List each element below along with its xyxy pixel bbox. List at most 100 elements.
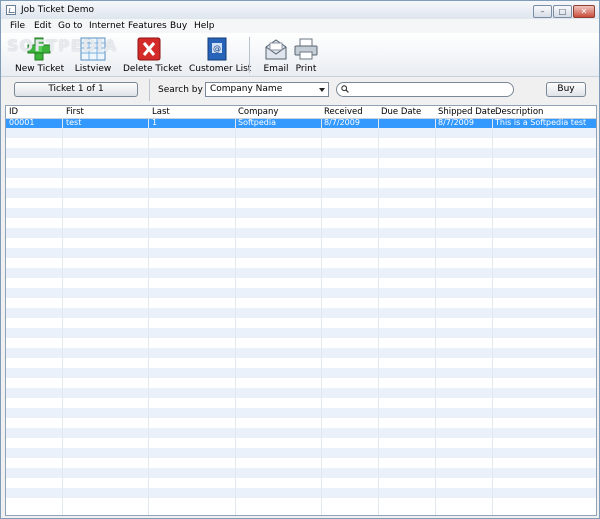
email-icon	[265, 39, 287, 60]
menu-buy[interactable]: Buy	[170, 21, 187, 31]
window-title: Job Ticket Demo	[21, 5, 94, 15]
address-book-icon: @	[207, 37, 227, 61]
column-header-due-date[interactable]: Due Date	[381, 107, 421, 117]
minimize-button[interactable]: –	[533, 5, 552, 18]
grid-header: ID First Last Company Received Due Date …	[6, 106, 596, 119]
menu-edit[interactable]: Edit	[34, 21, 51, 31]
ticket-grid[interactable]: 00001 test 1 Softpedia 8/7/2009 8/7/2009 This …	[5, 105, 597, 516]
column-header-company[interactable]: Company	[238, 107, 278, 117]
table-cell: 8/7/2009	[438, 118, 474, 127]
empty-row[interactable]	[6, 188, 596, 198]
empty-row[interactable]	[6, 308, 596, 318]
empty-row[interactable]	[6, 198, 596, 208]
softpedia-watermark: SOFTPEDIA	[7, 36, 118, 55]
column-header-shipped-date[interactable]: Shipped Date	[438, 107, 496, 117]
menu-file[interactable]: File	[10, 21, 25, 31]
empty-row[interactable]	[6, 218, 596, 228]
empty-row[interactable]	[6, 398, 596, 408]
column-divider	[62, 106, 63, 515]
empty-row[interactable]	[6, 458, 596, 468]
empty-row[interactable]	[6, 418, 596, 428]
svg-text:@: @	[213, 44, 221, 53]
menu-go-to[interactable]: Go to	[58, 21, 82, 31]
empty-row[interactable]	[6, 448, 596, 458]
column-header-id[interactable]: ID	[9, 107, 18, 117]
empty-row[interactable]	[6, 488, 596, 498]
column-divider	[235, 106, 236, 515]
search-by-value: Company Name	[210, 84, 283, 94]
empty-row[interactable]	[6, 258, 596, 268]
table-cell: 1	[152, 118, 158, 127]
column-header-description[interactable]: Description	[495, 107, 543, 117]
empty-row[interactable]	[6, 388, 596, 398]
empty-row[interactable]	[6, 138, 596, 148]
column-divider	[492, 106, 493, 515]
app-icon	[6, 5, 16, 15]
empty-row[interactable]	[6, 318, 596, 328]
new-ticket-label: New Ticket	[15, 64, 65, 74]
listview-label: Listview	[74, 64, 112, 74]
empty-row[interactable]	[6, 238, 596, 248]
delete-ticket-label: Delete Ticket	[123, 64, 183, 74]
empty-row[interactable]	[6, 348, 596, 358]
empty-row[interactable]	[6, 128, 596, 138]
customer-list-label: Customer List	[189, 64, 252, 74]
customer-list-button[interactable]: @ Customer List	[189, 33, 252, 76]
empty-row[interactable]	[6, 278, 596, 288]
search-by-label: Search by	[158, 85, 203, 95]
empty-row[interactable]	[6, 248, 596, 258]
empty-row[interactable]	[6, 148, 596, 158]
toolbar-separator	[249, 37, 250, 73]
table-cell: 00001	[9, 118, 35, 127]
table-cell: Softpedia	[238, 118, 276, 127]
table-cell: test	[66, 118, 82, 127]
empty-row[interactable]	[6, 298, 596, 308]
column-divider	[435, 106, 436, 515]
empty-row[interactable]	[6, 378, 596, 388]
close-button[interactable]: ✕	[573, 5, 595, 18]
column-divider	[148, 106, 149, 515]
empty-row[interactable]	[6, 498, 596, 508]
empty-row[interactable]	[6, 338, 596, 348]
table-cell: This is a Softpedia test	[495, 118, 587, 127]
buy-button[interactable]: Buy	[546, 82, 586, 97]
empty-row[interactable]	[6, 408, 596, 418]
empty-row[interactable]	[6, 358, 596, 368]
column-header-first[interactable]: First	[66, 107, 84, 117]
search-box[interactable]	[336, 82, 514, 97]
empty-row[interactable]	[6, 428, 596, 438]
email-label: Email	[263, 64, 289, 74]
empty-row[interactable]	[6, 168, 596, 178]
search-icon	[341, 85, 349, 93]
filter-separator	[149, 79, 150, 101]
empty-row[interactable]	[6, 158, 596, 168]
maximize-button[interactable]: □	[553, 5, 572, 18]
column-header-last[interactable]: Last	[152, 107, 170, 117]
email-button[interactable]: Email	[263, 33, 289, 76]
empty-row[interactable]	[6, 288, 596, 298]
empty-row[interactable]	[6, 228, 596, 238]
empty-row[interactable]	[6, 328, 596, 338]
empty-row[interactable]	[6, 468, 596, 478]
empty-row[interactable]	[6, 368, 596, 378]
empty-row[interactable]	[6, 268, 596, 278]
menu-internet[interactable]: Internet	[89, 21, 125, 31]
printer-icon	[294, 38, 318, 60]
title-bar: Job Ticket Demo – □ ✕	[1, 1, 599, 19]
search-by-dropdown[interactable]: Company Name	[205, 82, 329, 97]
empty-row[interactable]	[6, 478, 596, 488]
empty-row[interactable]	[6, 208, 596, 218]
ticket-counter-button[interactable]: Ticket 1 of 1	[14, 82, 138, 97]
menu-help[interactable]: Help	[194, 21, 215, 31]
empty-row[interactable]	[6, 178, 596, 188]
column-divider	[378, 106, 379, 515]
delete-ticket-button[interactable]: Delete Ticket	[123, 33, 183, 76]
table-row[interactable]: 00001 test 1 Softpedia 8/7/2009 8/7/2009 This …	[6, 118, 596, 128]
menu-features[interactable]: Features	[128, 21, 167, 31]
table-cell: 8/7/2009	[324, 118, 360, 127]
dropdown-arrow-icon	[319, 88, 325, 92]
search-input[interactable]	[351, 84, 507, 95]
column-header-received[interactable]: Received	[324, 107, 363, 117]
print-button[interactable]: Print	[294, 33, 318, 76]
empty-row[interactable]	[6, 438, 596, 448]
